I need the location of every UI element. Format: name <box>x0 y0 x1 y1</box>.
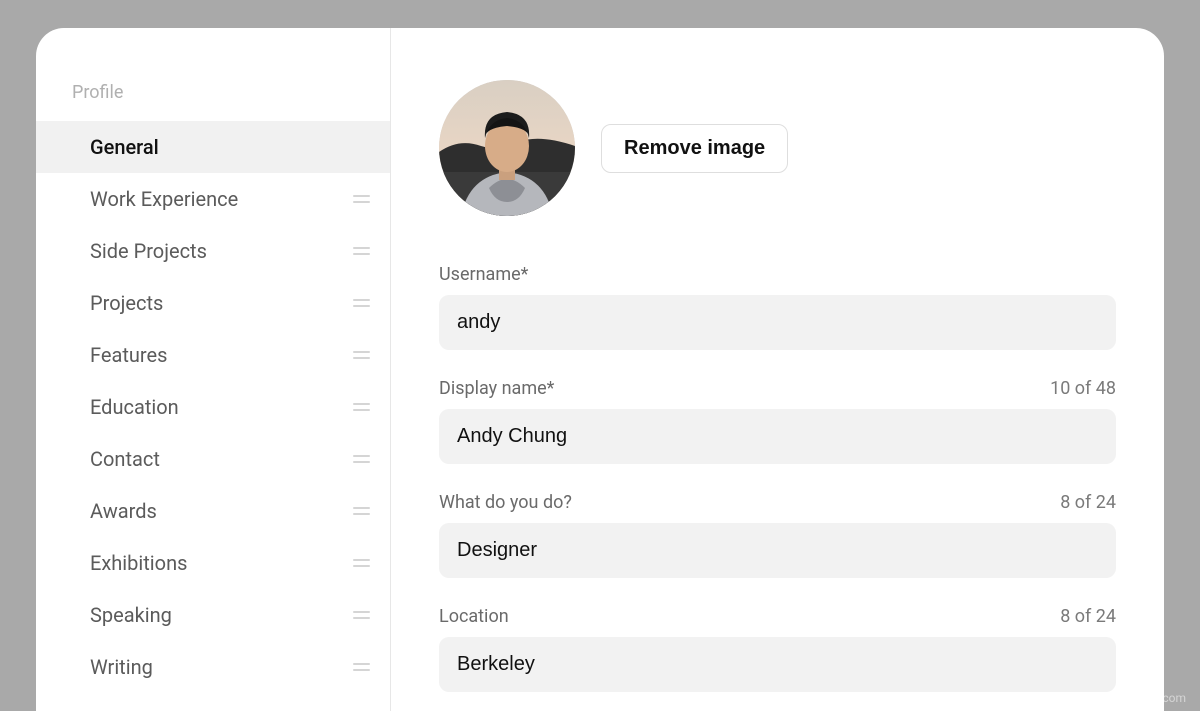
sidebar-item-label: Side Projects <box>90 239 207 263</box>
sidebar-item-features[interactable]: Features <box>36 329 390 381</box>
drag-handle-icon[interactable] <box>353 351 370 359</box>
sidebar-item-label: Exhibitions <box>90 551 187 575</box>
drag-handle-icon[interactable] <box>353 195 370 203</box>
sidebar-item-label: Projects <box>90 291 163 315</box>
sidebar-title: Profile <box>36 82 390 121</box>
username-input[interactable] <box>439 295 1116 350</box>
avatar[interactable] <box>439 80 575 216</box>
sidebar-item-writing[interactable]: Writing <box>36 641 390 693</box>
location-input[interactable] <box>439 637 1116 692</box>
field-what-do-you-do: What do you do? 8 of 24 <box>439 492 1116 578</box>
sidebar-item-label: Education <box>90 395 179 419</box>
what-do-you-do-counter: 8 of 24 <box>1060 492 1116 513</box>
main-panel: Remove image Username* Display name* 10 … <box>391 28 1164 711</box>
sidebar-item-label: Features <box>90 343 167 367</box>
field-location: Location 8 of 24 <box>439 606 1116 692</box>
sidebar-item-label: General <box>90 135 159 159</box>
drag-handle-icon[interactable] <box>353 507 370 515</box>
sidebar-item-education[interactable]: Education <box>36 381 390 433</box>
field-username: Username* <box>439 264 1116 350</box>
sidebar-item-label: Writing <box>90 655 153 679</box>
avatar-image <box>439 80 575 216</box>
location-label: Location <box>439 606 509 627</box>
field-display-name: Display name* 10 of 48 <box>439 378 1116 464</box>
sidebar-item-projects[interactable]: Projects <box>36 277 390 329</box>
sidebar-list: General Work Experience Side Projects Proje… <box>36 121 390 693</box>
remove-image-button[interactable]: Remove image <box>601 124 788 173</box>
sidebar-item-general[interactable]: General <box>36 121 390 173</box>
drag-handle-icon[interactable] <box>353 403 370 411</box>
display-name-label: Display name* <box>439 378 554 399</box>
sidebar-item-work-experience[interactable]: Work Experience <box>36 173 390 225</box>
drag-handle-icon[interactable] <box>353 247 370 255</box>
drag-handle-icon[interactable] <box>353 455 370 463</box>
drag-handle-icon[interactable] <box>353 663 370 671</box>
sidebar: Profile General Work Experience Side Proje… <box>36 28 391 711</box>
location-counter: 8 of 24 <box>1060 606 1116 627</box>
settings-card: Profile General Work Experience Side Proje… <box>36 28 1164 711</box>
sidebar-item-contact[interactable]: Contact <box>36 433 390 485</box>
sidebar-item-speaking[interactable]: Speaking <box>36 589 390 641</box>
what-do-you-do-label: What do you do? <box>439 492 572 513</box>
drag-handle-icon[interactable] <box>353 611 370 619</box>
username-label: Username* <box>439 264 528 285</box>
sidebar-item-label: Work Experience <box>90 187 238 211</box>
drag-handle-icon[interactable] <box>353 299 370 307</box>
sidebar-item-exhibitions[interactable]: Exhibitions <box>36 537 390 589</box>
sidebar-item-awards[interactable]: Awards <box>36 485 390 537</box>
display-name-counter: 10 of 48 <box>1050 378 1116 399</box>
sidebar-item-label: Awards <box>90 499 157 523</box>
sidebar-item-label: Contact <box>90 447 160 471</box>
what-do-you-do-input[interactable] <box>439 523 1116 578</box>
drag-handle-icon[interactable] <box>353 559 370 567</box>
display-name-input[interactable] <box>439 409 1116 464</box>
avatar-row: Remove image <box>439 80 1116 216</box>
sidebar-item-side-projects[interactable]: Side Projects <box>36 225 390 277</box>
sidebar-item-label: Speaking <box>90 603 172 627</box>
